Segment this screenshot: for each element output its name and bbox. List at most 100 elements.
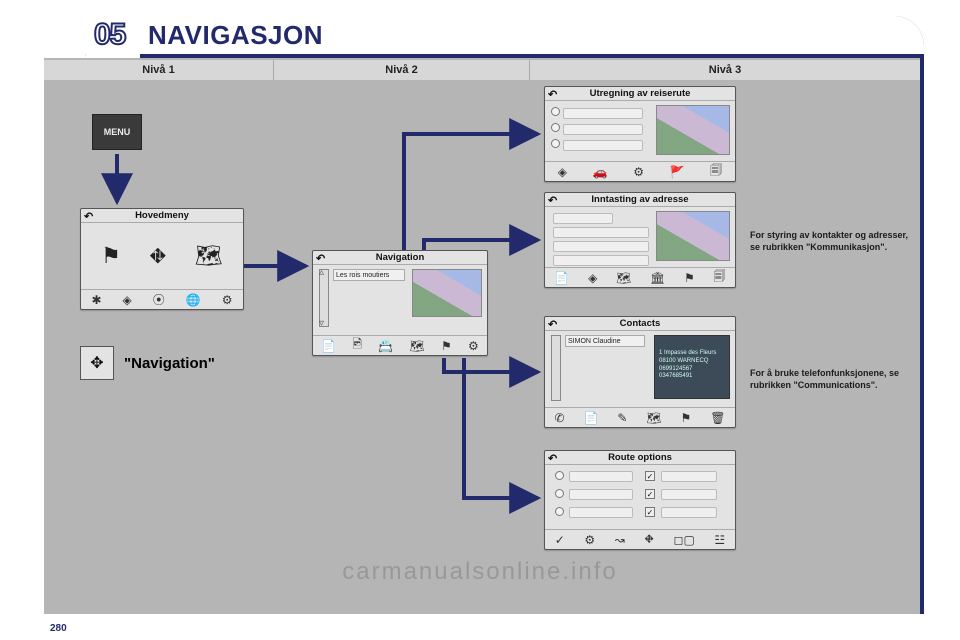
- flag-icon[interactable]: ⚑: [684, 271, 695, 285]
- main-menu-panel: ↶ Hovedmeny ⚑ ⛖ 🗺 ✱ ◈ ⦿ 🌐 ⚙: [80, 208, 244, 310]
- side-note-2: For å bruke telefonfunksjonene, se rubri…: [750, 368, 916, 391]
- doc-icon[interactable]: 📄: [583, 411, 598, 425]
- pages-icon[interactable]: 🗐: [710, 161, 722, 182]
- contacts-panel: ↶ Contacts SIMON Claudine 1 Impasse des …: [544, 316, 736, 428]
- map-thumbnail: [656, 211, 730, 261]
- side-note-1: For styring av kontakter og adresser, se…: [750, 230, 916, 253]
- contact-card: 1 Impasse des Fleurs 08100 WARNECQ 06991…: [654, 335, 730, 399]
- section-title: NAVIGASJON: [148, 20, 323, 51]
- navigation-panel-title: Navigation: [376, 252, 425, 263]
- edit-icon[interactable]: ✎: [617, 411, 627, 425]
- left-gutter: [0, 0, 44, 640]
- address-field[interactable]: [553, 241, 649, 252]
- menu-button-label: MENU: [104, 127, 131, 137]
- opt-field: [661, 489, 717, 500]
- compass-icon[interactable]: ◈: [558, 165, 567, 179]
- contacts-iconbar: ✆ 📄 ✎ 🗺 ⚑ 🗑: [545, 407, 735, 427]
- opt-radio[interactable]: [555, 507, 564, 516]
- gear-icon[interactable]: ⚙: [222, 293, 233, 307]
- route-options-iconbar: ✓ ⚙ ↝ ⛖ ◻▢ ☳: [545, 529, 735, 549]
- route-option-field: [563, 108, 643, 119]
- dpad-icon[interactable]: ✥: [80, 346, 114, 380]
- avoid-icon[interactable]: ◻▢: [674, 533, 695, 547]
- contact-list-item[interactable]: SIMON Claudine: [565, 335, 645, 347]
- level-1-header: Nivå 1: [44, 60, 274, 80]
- route-option-radio[interactable]: [551, 107, 560, 116]
- address-field[interactable]: [553, 213, 613, 224]
- opt-radio[interactable]: [555, 471, 564, 480]
- map-thumbnail: [412, 269, 482, 317]
- address-field[interactable]: [553, 227, 649, 238]
- level-3-header: Nivå 3: [530, 60, 920, 80]
- route-option-field: [563, 124, 643, 135]
- contacts-title: Contacts: [620, 318, 661, 329]
- gear-icon[interactable]: ⚙: [468, 339, 479, 353]
- compass-icon[interactable]: ◈: [588, 271, 597, 285]
- trash-icon[interactable]: 🗑: [710, 411, 725, 425]
- level-header-row: Nivå 1 Nivå 2 Nivå 3: [44, 60, 920, 80]
- opt-radio[interactable]: [555, 489, 564, 498]
- doc-icon[interactable]: 📄: [321, 339, 336, 353]
- map-icon[interactable]: 🗺: [616, 271, 631, 285]
- card-icon[interactable]: 🖻: [352, 335, 362, 356]
- pages-icon[interactable]: 🗐: [714, 267, 726, 288]
- navigation-label-row: ✥ "Navigation": [80, 346, 215, 380]
- building-icon[interactable]: 🏛: [650, 271, 665, 285]
- globe-icon[interactable]: 🌐: [186, 293, 201, 307]
- opt-field: [661, 471, 717, 482]
- section-number: 05: [94, 18, 125, 52]
- map-icon[interactable]: 🗺: [409, 339, 424, 353]
- doc-icon[interactable]: 📄: [554, 271, 569, 285]
- address-iconbar: 📄 ◈ 🗺 🏛 ⚑ 🗐: [545, 267, 735, 287]
- route-options-title: Route options: [608, 452, 672, 463]
- nav-list-item[interactable]: Les rois moutiers: [333, 269, 405, 281]
- main-menu-iconbar: ✱ ◈ ⦿ 🌐 ⚙: [81, 289, 243, 309]
- map-icon[interactable]: 🗺: [646, 411, 661, 425]
- route-option-radio[interactable]: [551, 123, 560, 132]
- media-icon[interactable]: ⦿: [153, 291, 165, 308]
- opt-checkbox[interactable]: ✓: [645, 471, 655, 481]
- nav-flag-icon[interactable]: ⚑: [101, 243, 121, 269]
- opt-checkbox[interactable]: ✓: [645, 507, 655, 517]
- opt-field: [569, 471, 633, 482]
- address-field[interactable]: [553, 255, 649, 266]
- back-icon[interactable]: ↶: [316, 252, 325, 265]
- back-icon[interactable]: ↶: [548, 318, 557, 331]
- route-options-panel: ↶ Route options ✓ ✓ ✓ ✓ ⚙ ↝ ⛖ ◻▢ ☳: [544, 450, 736, 550]
- traffic-icon[interactable]: ⛖: [644, 532, 654, 547]
- main-menu-title: Hovedmeny: [135, 210, 189, 221]
- gear-icon[interactable]: ⚙: [584, 533, 595, 547]
- back-icon[interactable]: ↶: [548, 194, 557, 207]
- route-calc-title: Utregning av reiserute: [590, 88, 691, 99]
- contacts-icon[interactable]: 📇: [378, 339, 393, 353]
- back-icon[interactable]: ↶: [84, 210, 93, 223]
- flag-icon[interactable]: ⚑: [441, 339, 452, 353]
- scroll-slider[interactable]: [319, 269, 329, 327]
- compass-icon[interactable]: ◈: [123, 293, 132, 307]
- map-thumbnail: [656, 105, 730, 155]
- phone-icon[interactable]: ✆: [554, 411, 564, 425]
- car-icon[interactable]: 🚗: [593, 165, 608, 179]
- bt-icon[interactable]: ✱: [91, 293, 101, 307]
- check-icon[interactable]: ✓: [555, 533, 565, 547]
- flag-icon[interactable]: ⚑: [681, 411, 692, 425]
- back-icon[interactable]: ↶: [548, 452, 557, 465]
- address-entry-panel: ↶ Inntasting av adresse 📄 ◈ 🗺 🏛 ⚑ 🗐: [544, 192, 736, 288]
- opt-field: [569, 489, 633, 500]
- level-2-header: Nivå 2: [274, 60, 530, 80]
- route-option-field: [563, 140, 643, 151]
- list-icon[interactable]: ☳: [714, 533, 725, 547]
- pin-icon[interactable]: 🚩: [670, 165, 685, 179]
- detour-icon[interactable]: ↝: [615, 533, 625, 547]
- opt-checkbox[interactable]: ✓: [645, 489, 655, 499]
- traffic-icon[interactable]: ⛖: [149, 243, 167, 269]
- back-icon[interactable]: ↶: [548, 88, 557, 101]
- map-icon[interactable]: 🗺: [195, 243, 223, 269]
- opt-field: [661, 507, 717, 518]
- address-entry-title: Inntasting av adresse: [591, 194, 688, 205]
- menu-button[interactable]: MENU: [92, 114, 142, 150]
- route-option-radio[interactable]: [551, 139, 560, 148]
- scroll-slider[interactable]: [551, 335, 561, 401]
- diagram-canvas: MENU ↶ Hovedmeny ⚑ ⛖ 🗺 ✱ ◈ ⦿ 🌐 ⚙ ✥ "Navi…: [44, 80, 920, 614]
- gear-icon[interactable]: ⚙: [633, 165, 644, 179]
